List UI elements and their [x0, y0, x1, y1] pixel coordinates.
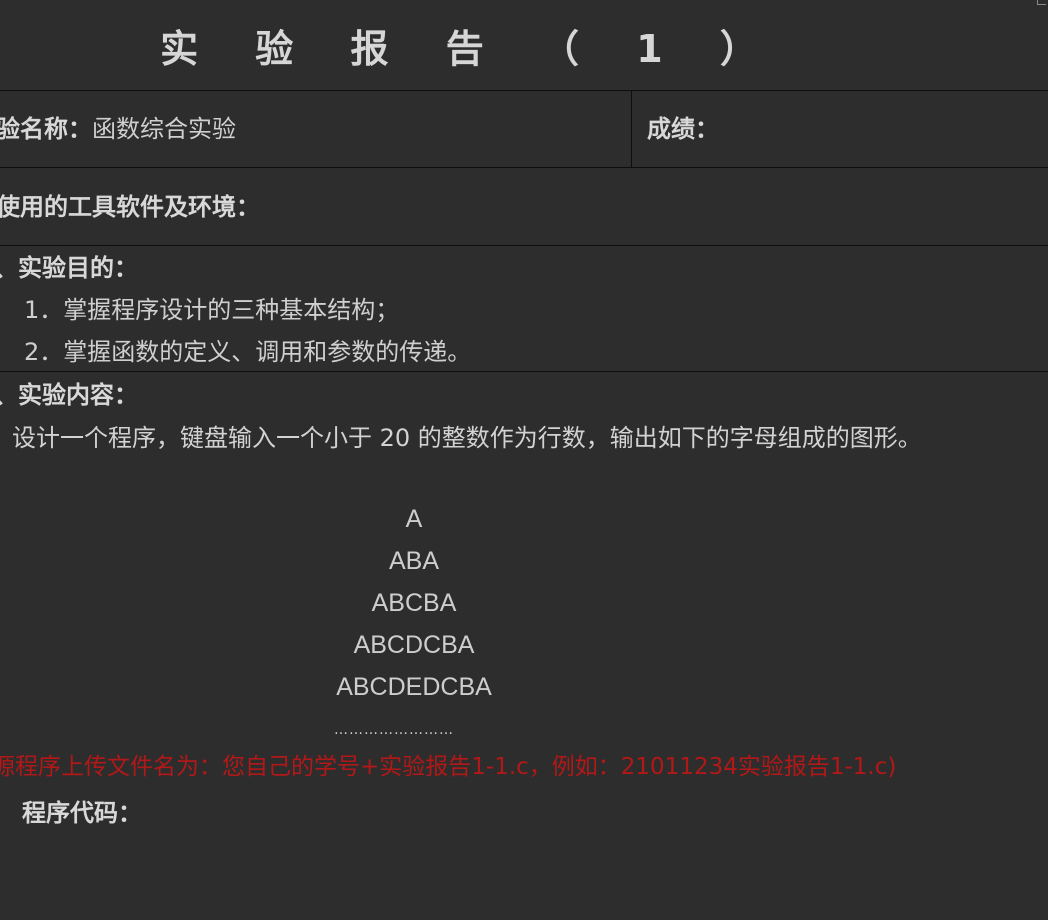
table-line-top [0, 90, 1048, 91]
report-title: 实 验 报 告 （ 1 ） [160, 27, 780, 71]
pattern-line: ABCDCBA [353, 631, 475, 659]
pattern-ellipsis: …………………… [334, 722, 454, 738]
upload-filename-note: 源程序上传文件名为：您自己的学号+实验报告1-1.c，例如：21011234实验… [0, 754, 897, 780]
tools-label: 使用的工具软件及环境： [0, 193, 260, 221]
pattern-line: ABA [388, 547, 440, 575]
table-line-row1 [0, 167, 1048, 168]
experiment-name-field: 验名称：函数综合实验 [0, 114, 236, 144]
score-label: 成绩： [647, 115, 719, 143]
corner-mark [1037, 0, 1046, 5]
report-page: 实 验 报 告 （ 1 ） 验名称：函数综合实验 成绩： 使用的工具软件及环境：… [0, 0, 1048, 920]
pattern-line: A [405, 505, 423, 533]
pattern-line: ABCDEDCBA [336, 673, 492, 701]
purpose-item: 1．掌握程序设计的三种基本结构； [24, 296, 400, 324]
content-heading: 、实验内容： [0, 381, 138, 409]
table-line-row3 [0, 371, 1048, 372]
experiment-name-value: 函数综合实验 [92, 115, 236, 143]
table-divider [631, 90, 632, 167]
content-paragraph: 设计一个程序，键盘输入一个小于 20 的整数作为行数，输出如下的字母组成的图形。 [12, 424, 922, 452]
code-label: 程序代码： [22, 799, 142, 827]
purpose-item: 2．掌握函数的定义、调用和参数的传递。 [24, 338, 472, 366]
experiment-name-label: 验名称： [0, 115, 92, 143]
pattern-line: ABCBA [371, 589, 457, 617]
purpose-heading: 、实验目的： [0, 254, 138, 282]
table-line-row2 [0, 245, 1048, 246]
